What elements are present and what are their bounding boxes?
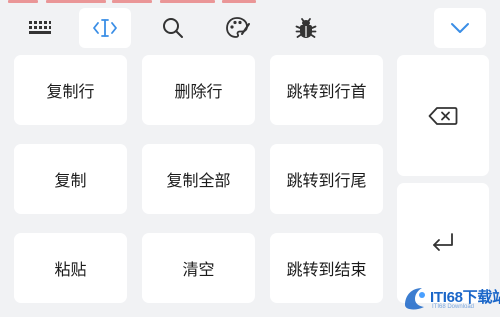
keyboard-button[interactable] — [14, 8, 66, 48]
jump-end-label: 跳转到结束 — [286, 260, 367, 279]
copy-all-key[interactable]: 复制全部 — [142, 144, 255, 214]
editor-toolbar — [0, 4, 500, 52]
jump-line-start-label: 跳转到行首 — [286, 82, 367, 101]
jump-line-end-key[interactable]: 跳转到行尾 — [270, 144, 383, 214]
palette-icon — [226, 17, 250, 38]
watermark: ITI68下载站 ITI68 Download — [398, 283, 500, 315]
watermark-subtext: ITI68 Download — [432, 304, 475, 310]
backspace-key[interactable] — [397, 55, 489, 176]
jump-line-end-label: 跳转到行尾 — [286, 171, 367, 190]
backspace-icon — [428, 106, 458, 125]
keyboard-icon — [29, 21, 51, 34]
delete-line-key[interactable]: 删除行 — [142, 55, 255, 125]
bug-icon — [295, 18, 317, 38]
jump-line-start-key[interactable]: 跳转到行首 — [270, 55, 383, 125]
debug-button[interactable] — [280, 8, 332, 48]
copy-line-key[interactable]: 复制行 — [14, 55, 127, 125]
copy-line-label: 复制行 — [46, 82, 95, 101]
copy-all-label: 复制全部 — [166, 171, 231, 190]
enter-icon — [433, 233, 453, 251]
chevron-down-icon — [451, 23, 469, 33]
text-cursor-icon — [93, 19, 117, 37]
delete-line-label: 删除行 — [174, 82, 223, 101]
text-cursor-button[interactable] — [79, 8, 131, 48]
clear-label: 清空 — [182, 260, 215, 279]
search-icon — [163, 18, 183, 38]
collapse-keyboard-button[interactable] — [434, 8, 486, 48]
paste-label: 粘贴 — [54, 260, 87, 279]
search-button[interactable] — [147, 8, 199, 48]
jump-end-key[interactable]: 跳转到结束 — [270, 233, 383, 303]
clear-key[interactable]: 清空 — [142, 233, 255, 303]
theme-button[interactable] — [212, 8, 264, 48]
paste-key[interactable]: 粘贴 — [14, 233, 127, 303]
watermark-logo — [405, 288, 425, 310]
copy-label: 复制 — [54, 171, 87, 190]
copy-key[interactable]: 复制 — [14, 144, 127, 214]
